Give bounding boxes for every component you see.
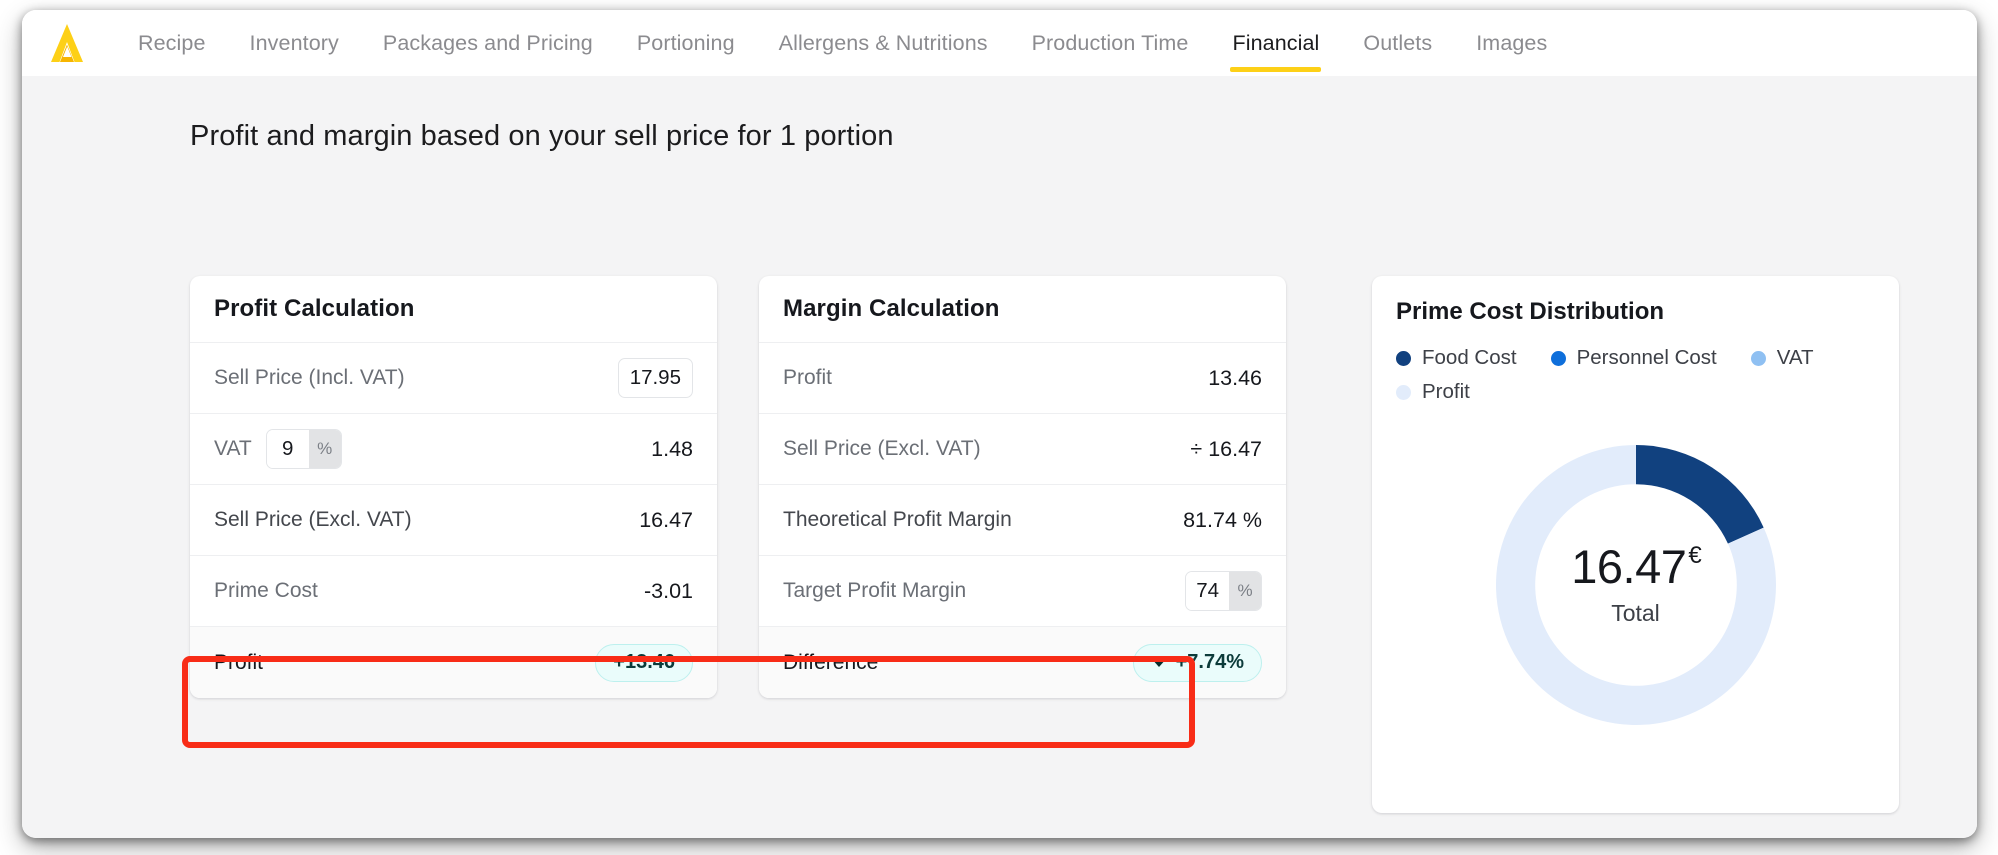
- row-profit-summary: Profit +13.46: [190, 626, 717, 698]
- target-profit-margin-input[interactable]: 74: [1186, 572, 1229, 610]
- margin-calculation-card: Margin Calculation Profit 13.46 Sell Pri…: [759, 276, 1286, 698]
- vat-percent-input[interactable]: 9: [266, 430, 309, 468]
- donut-chart: 16.47€ Total: [1372, 420, 1899, 750]
- difference-badge-value: +7.74%: [1175, 651, 1244, 673]
- margin-profit-value: 13.46: [1208, 365, 1262, 390]
- theoretical-profit-margin-value: 81.74 %: [1183, 507, 1262, 532]
- page-body: Profit and margin based on your sell pri…: [22, 76, 1977, 838]
- triangle-down-icon: [1150, 658, 1167, 667]
- browser-window: Recipe Inventory Packages and Pricing Porti…: [22, 10, 1977, 838]
- chart-title: Prime Cost Distribution: [1396, 298, 1665, 325]
- legend-color-dot-icon: [1750, 350, 1766, 366]
- cards-row: Profit Calculation Sell Price (Incl. VAT…: [190, 276, 1977, 813]
- legend-label: Personnel Cost: [1576, 346, 1717, 369]
- app-logo-icon[interactable]: [44, 20, 90, 66]
- nav-tab-outlets[interactable]: Outlets: [1341, 10, 1454, 76]
- prime-cost-distribution-card: Prime Cost Distribution Food Cost Personn…: [1372, 276, 1899, 813]
- sell-price-excl-vat-value: 16.47: [639, 507, 693, 532]
- percent-suffix-label: %: [1229, 572, 1261, 610]
- row-label: Sell Price (Excl. VAT): [214, 508, 412, 531]
- nav-tab-images[interactable]: Images: [1454, 10, 1569, 76]
- nav-tab-recipe[interactable]: Recipe: [116, 10, 228, 76]
- row-label: Target Profit Margin: [783, 579, 967, 602]
- row-margin-sell-price-excl-vat: Sell Price (Excl. VAT) ÷ 16.47: [759, 413, 1286, 484]
- row-label-group: VAT 9 %: [214, 429, 342, 469]
- nav-tab-packages-and-pricing[interactable]: Packages and Pricing: [361, 10, 615, 76]
- profit-card-title: Profit Calculation: [214, 295, 415, 322]
- profit-badge-value: +13.46: [613, 651, 675, 673]
- row-label: Sell Price (Incl. VAT): [214, 366, 405, 389]
- donut-chart-svg: [1495, 445, 1776, 725]
- row-label: Theoretical Profit Margin: [783, 508, 1012, 531]
- page-title: Profit and margin based on your sell pri…: [190, 120, 894, 152]
- profit-badge: +13.46: [595, 643, 693, 682]
- row-sell-price-incl-vat: Sell Price (Incl. VAT) 17.95: [190, 342, 717, 413]
- row-sell-price-excl-vat: Sell Price (Excl. VAT) 16.47: [190, 484, 717, 555]
- legend-item-vat[interactable]: VAT: [1750, 346, 1814, 370]
- nav-tab-inventory[interactable]: Inventory: [228, 10, 361, 76]
- row-margin-profit: Profit 13.46: [759, 342, 1286, 413]
- nav-tab-list: Recipe Inventory Packages and Pricing Porti…: [116, 10, 1569, 76]
- legend-label: Profit: [1422, 380, 1470, 403]
- nav-tab-portioning[interactable]: Portioning: [615, 10, 757, 76]
- profit-calculation-card: Profit Calculation Sell Price (Incl. VAT…: [190, 276, 717, 698]
- nav-tab-financial[interactable]: Financial: [1210, 10, 1341, 76]
- donut-slice-food-cost[interactable]: [1635, 445, 1764, 544]
- row-label: Difference: [783, 650, 879, 674]
- margin-card-title: Margin Calculation: [783, 295, 1000, 322]
- legend-color-dot-icon: [1396, 350, 1411, 366]
- margin-sell-price-excl-vat-value: ÷ 16.47: [1190, 436, 1262, 461]
- target-profit-margin-input-group[interactable]: 74 %: [1185, 571, 1262, 611]
- row-prime-cost: Prime Cost -3.01: [190, 555, 717, 626]
- vat-amount-value: 1.48: [651, 436, 693, 461]
- legend-item-personnel-cost[interactable]: Personnel Cost: [1550, 346, 1717, 370]
- sell-price-incl-vat-input[interactable]: 17.95: [617, 358, 693, 398]
- row-label: VAT: [214, 437, 252, 460]
- row-vat: VAT 9 % 1.48: [190, 413, 717, 484]
- vat-percent-input-group[interactable]: 9 %: [265, 429, 342, 469]
- legend-label: VAT: [1776, 346, 1814, 369]
- nav-tab-production-time[interactable]: Production Time: [1010, 10, 1211, 76]
- legend-item-food-cost[interactable]: Food Cost: [1396, 346, 1517, 370]
- percent-suffix-label: %: [308, 430, 341, 468]
- legend-color-dot-icon: [1396, 384, 1411, 400]
- row-difference-summary: Difference +7.74%: [759, 626, 1286, 698]
- row-label: Sell Price (Excl. VAT): [783, 437, 981, 460]
- legend-label: Food Cost: [1422, 346, 1517, 369]
- chart-legend: Food Cost Personnel Cost VAT Profit: [1372, 326, 1872, 404]
- prime-cost-value: -3.01: [643, 578, 693, 603]
- nav-tab-allergens-nutritions[interactable]: Allergens & Nutritions: [757, 10, 1010, 76]
- difference-badge: +7.74%: [1132, 643, 1262, 682]
- legend-color-dot-icon: [1550, 350, 1566, 366]
- row-target-profit-margin: Target Profit Margin 74 %: [759, 555, 1286, 626]
- row-label: Prime Cost: [214, 579, 318, 602]
- row-theoretical-profit-margin: Theoretical Profit Margin 81.74 %: [759, 484, 1286, 555]
- row-label: Profit: [214, 650, 264, 674]
- legend-item-profit[interactable]: Profit: [1396, 380, 1470, 404]
- top-navigation-bar: Recipe Inventory Packages and Pricing Porti…: [22, 10, 1977, 76]
- row-label: Profit: [783, 366, 833, 389]
